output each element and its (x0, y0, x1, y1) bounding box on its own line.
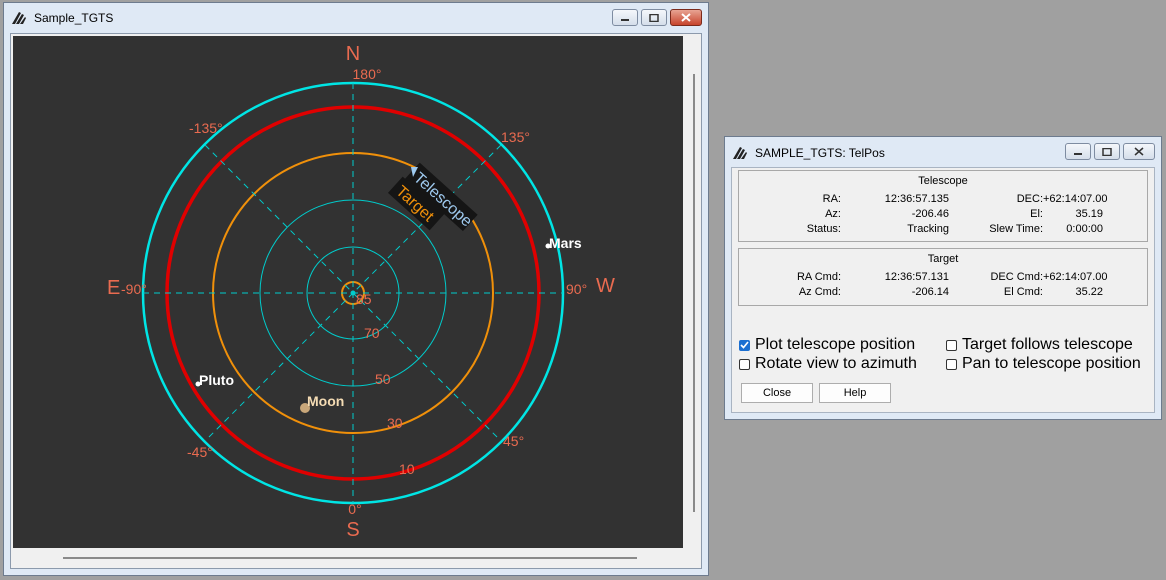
dec-cmd-label: DEC Cmd: (990, 271, 1043, 283)
el-label-85: 85 (356, 291, 372, 307)
dec-label: DEC: (1016, 193, 1043, 205)
north-label: N (346, 43, 360, 65)
el-label-30: 30 (387, 415, 403, 431)
vertical-scrollbar[interactable] (687, 36, 701, 548)
ra-cmd-value: 12:36:57.131 (884, 271, 949, 283)
target-follows-check-box[interactable] (946, 339, 957, 351)
close-icon (681, 13, 691, 22)
az-cmd-label: Az Cmd: (798, 286, 841, 298)
app-logo-icon (12, 12, 26, 24)
ra-cmd-label: RA Cmd: (796, 271, 841, 283)
plot-telescope-label: Plot telescope position (755, 336, 916, 353)
main-titlebar[interactable]: Sample_TGTS (4, 3, 708, 33)
mars-label: Mars (549, 235, 582, 251)
main-window-title: Sample_TGTS (34, 11, 114, 25)
el-cmd-value: 35.22 (1075, 286, 1103, 298)
maximize-button[interactable] (1094, 143, 1120, 160)
pluto-label: Pluto (199, 372, 234, 388)
el-value: 35.19 (1075, 208, 1103, 220)
telescope-heading: Telescope (918, 175, 968, 187)
close-window-button[interactable] (670, 9, 702, 26)
maximize-icon (649, 13, 659, 22)
telpos-window: SAMPLE_TGTS: TelPos Telescope RA: 12:36:… (724, 136, 1162, 420)
minimize-button[interactable] (1065, 143, 1091, 160)
el-label-10: 10 (399, 461, 415, 477)
app-logo-icon (733, 147, 747, 159)
telescope-grid: RA: 12:36:57.135 DEC: +62:14:07.00 Az: -… (739, 193, 1147, 236)
dec-cmd-value: +62:14:07.00 (1043, 271, 1108, 283)
azimuth-grid (143, 83, 563, 503)
minimize-button[interactable] (612, 9, 638, 26)
minimize-icon (621, 18, 629, 21)
ra-label: RA: (822, 193, 841, 205)
horizontal-scroll-thumb[interactable] (63, 557, 637, 559)
target-heading: Target (927, 253, 959, 265)
az-label-45: 45° (503, 433, 524, 449)
minimize-icon (1074, 152, 1082, 155)
rotate-view-checkbox[interactable]: Rotate view to azimuth (739, 355, 917, 373)
maximize-icon (1102, 147, 1112, 156)
plot-telescope-check-box[interactable] (739, 339, 750, 351)
pan-to-telescope-check-box[interactable] (946, 358, 957, 370)
el-cmd-label: El Cmd: (1003, 286, 1043, 298)
ra-value: 12:36:57.135 (884, 193, 949, 205)
close-window-button[interactable] (1123, 143, 1155, 160)
moon-label: Moon (307, 393, 344, 409)
west-label: W (596, 275, 615, 297)
status-label: Status: (806, 223, 841, 235)
target-group: Target RA Cmd: 12:36:57.131 DEC Cmd: +62… (738, 248, 1148, 306)
dec-value: +62:14:07.00 (1043, 193, 1108, 205)
main-window: Sample_TGTS N S E W 180° 0° -90° 90° -13… (3, 2, 709, 576)
telpos-client-area: Telescope RA: 12:36:57.135 DEC: +62:14:0… (731, 167, 1155, 413)
az-label-90: 90° (566, 281, 587, 297)
az-label-minus45: -45° (187, 444, 213, 460)
main-client-area: N S E W 180° 0° -90° 90° -135° 135° -45°… (10, 33, 702, 569)
az-label-minus90: -90° (121, 281, 147, 297)
close-icon (1134, 147, 1144, 156)
az-label-135: 135° (501, 129, 530, 145)
east-label: E (107, 277, 120, 299)
polar-plot[interactable]: N S E W 180° 0° -90° 90° -135° 135° -45°… (13, 36, 683, 548)
telpos-titlebar[interactable]: SAMPLE_TGTS: TelPos (725, 137, 1161, 169)
help-button[interactable]: Help (819, 383, 891, 403)
el-label-50: 50 (375, 371, 391, 387)
slew-time-value: 0:00:00 (1066, 223, 1103, 235)
az-label-0: 0° (348, 501, 361, 517)
az-label: Az: (825, 208, 841, 220)
az-label-180: 180° (353, 66, 382, 82)
close-button[interactable]: Close (741, 383, 813, 403)
telpos-window-title: SAMPLE_TGTS: TelPos (755, 146, 885, 160)
pan-to-telescope-checkbox[interactable]: Pan to telescope position (946, 355, 1141, 373)
telescope-group: Telescope RA: 12:36:57.135 DEC: +62:14:0… (738, 170, 1148, 242)
south-label: S (346, 519, 359, 541)
slew-time-label: Slew Time: (989, 223, 1043, 235)
status-value: Tracking (907, 223, 949, 235)
horizontal-scrollbar[interactable] (13, 550, 683, 566)
pan-to-telescope-label: Pan to telescope position (962, 355, 1141, 372)
az-label-minus135: -135° (189, 120, 223, 136)
polar-sky-canvas[interactable]: N S E W 180° 0° -90° 90° -135° 135° -45°… (13, 36, 683, 548)
az-cmd-value: -206.14 (911, 286, 949, 298)
target-follows-checkbox[interactable]: Target follows telescope (946, 336, 1133, 354)
vertical-scroll-thumb[interactable] (693, 74, 695, 512)
checkmark-icon (740, 341, 749, 349)
el-label: El: (1030, 208, 1043, 220)
rotate-view-label: Rotate view to azimuth (755, 355, 917, 372)
plot-telescope-checkbox[interactable]: Plot telescope position (739, 336, 915, 354)
rotate-view-check-box[interactable] (739, 358, 750, 370)
az-value: -206.46 (911, 208, 949, 220)
target-grid: RA Cmd: 12:36:57.131 DEC Cmd: +62:14:07.… (739, 271, 1147, 299)
maximize-button[interactable] (641, 9, 667, 26)
target-follows-label: Target follows telescope (962, 336, 1133, 353)
el-label-70: 70 (364, 325, 380, 341)
